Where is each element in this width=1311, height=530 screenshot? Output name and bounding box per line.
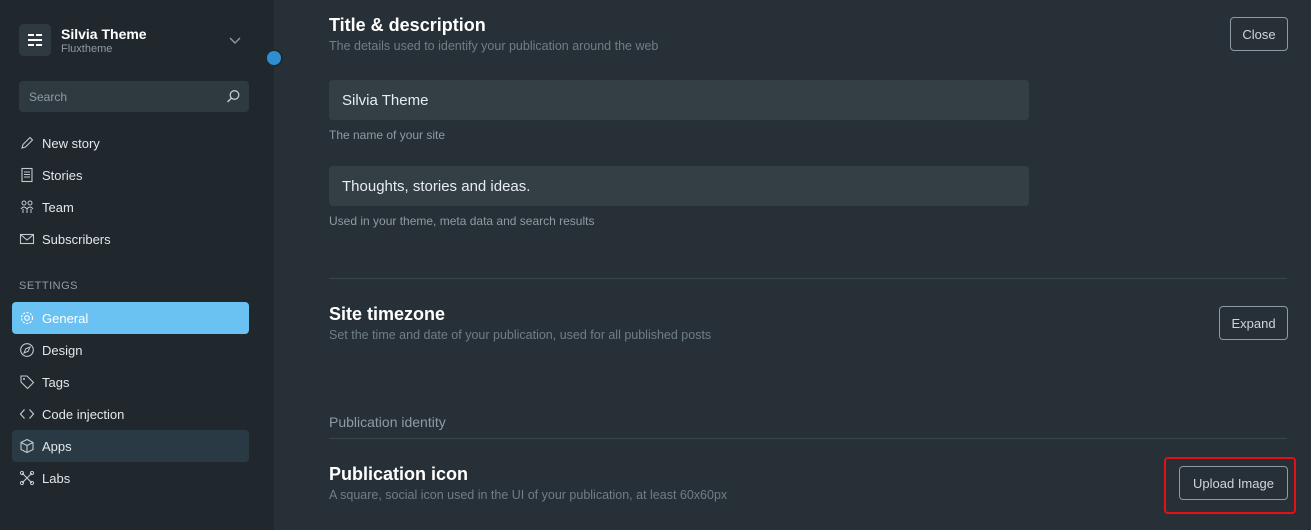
title-section-description: The details used to identify your public… <box>329 39 659 53</box>
search-box <box>19 81 249 112</box>
chevron-down-icon[interactable] <box>228 33 242 47</box>
nav-item-label: Design <box>42 342 83 358</box>
nav-item-apps[interactable]: Apps <box>12 430 249 462</box>
nav-item-subscribers[interactable]: Subscribers <box>12 223 249 255</box>
nav-item-label: Team <box>42 199 74 215</box>
timezone-section-description: Set the time and date of your publicatio… <box>329 328 712 342</box>
settings-main: Title & description The details used to … <box>274 0 1311 530</box>
ghost-logo-icon <box>19 24 51 56</box>
nav-item-code-injection[interactable]: Code injection <box>12 398 249 430</box>
publication-icon-description: A square, social icon used in the UI of … <box>329 488 728 502</box>
nav-item-label: Stories <box>42 167 83 183</box>
section-divider <box>329 438 1287 439</box>
upload-image-button[interactable]: Upload Image <box>1179 466 1288 500</box>
publication-icon-heading: Publication icon <box>329 464 469 484</box>
section-divider <box>329 278 1287 279</box>
nav-item-label: Apps <box>42 438 72 454</box>
nav-item-team[interactable]: Team <box>12 191 249 223</box>
site-description-input[interactable] <box>329 166 1029 206</box>
compass-icon <box>19 342 35 358</box>
site-subtitle: Fluxtheme <box>61 43 113 55</box>
nav-item-general[interactable]: General <box>12 302 249 334</box>
title-section-heading: Title & description <box>329 15 486 35</box>
document-icon <box>19 167 35 183</box>
nav-item-design[interactable]: Design <box>12 334 249 366</box>
mail-icon <box>19 231 35 247</box>
labs-icon <box>19 470 35 486</box>
publication-identity-heading: Publication identity <box>329 414 446 430</box>
nav-item-label: Subscribers <box>42 231 111 247</box>
tag-icon <box>19 374 35 390</box>
site-switcher[interactable]: Silvia Theme Fluxtheme <box>19 24 249 58</box>
code-icon <box>19 406 35 422</box>
nav-item-labs[interactable]: Labs <box>12 462 249 494</box>
site-title: Silvia Theme <box>61 26 147 42</box>
nav-item-label: Tags <box>42 374 70 390</box>
nav-item-stories[interactable]: Stories <box>12 159 249 191</box>
pencil-icon <box>19 135 35 151</box>
cube-icon <box>19 438 35 454</box>
search-input[interactable] <box>19 81 219 112</box>
gear-icon <box>19 310 35 326</box>
settings-section-label: SETTINGS <box>19 280 79 292</box>
nav-item-label: Code injection <box>42 406 125 422</box>
expand-button[interactable]: Expand <box>1219 306 1288 340</box>
timezone-section-heading: Site timezone <box>329 304 446 324</box>
close-button[interactable]: Close <box>1230 17 1288 51</box>
site-title-input[interactable] <box>329 80 1029 120</box>
search-icon[interactable] <box>226 89 241 104</box>
site-title-hint: The name of your site <box>329 128 446 142</box>
team-icon <box>19 199 35 215</box>
nav-item-label: Labs <box>42 470 71 486</box>
site-description-hint: Used in your theme, meta data and search… <box>329 214 595 228</box>
nav-item-new-story[interactable]: New story <box>12 127 249 159</box>
sidebar: Silvia Theme Fluxtheme New story Stories… <box>0 0 283 530</box>
nav-item-tags[interactable]: Tags <box>12 366 249 398</box>
nav-item-label: New story <box>42 135 100 151</box>
nav-item-label: General <box>42 310 89 326</box>
